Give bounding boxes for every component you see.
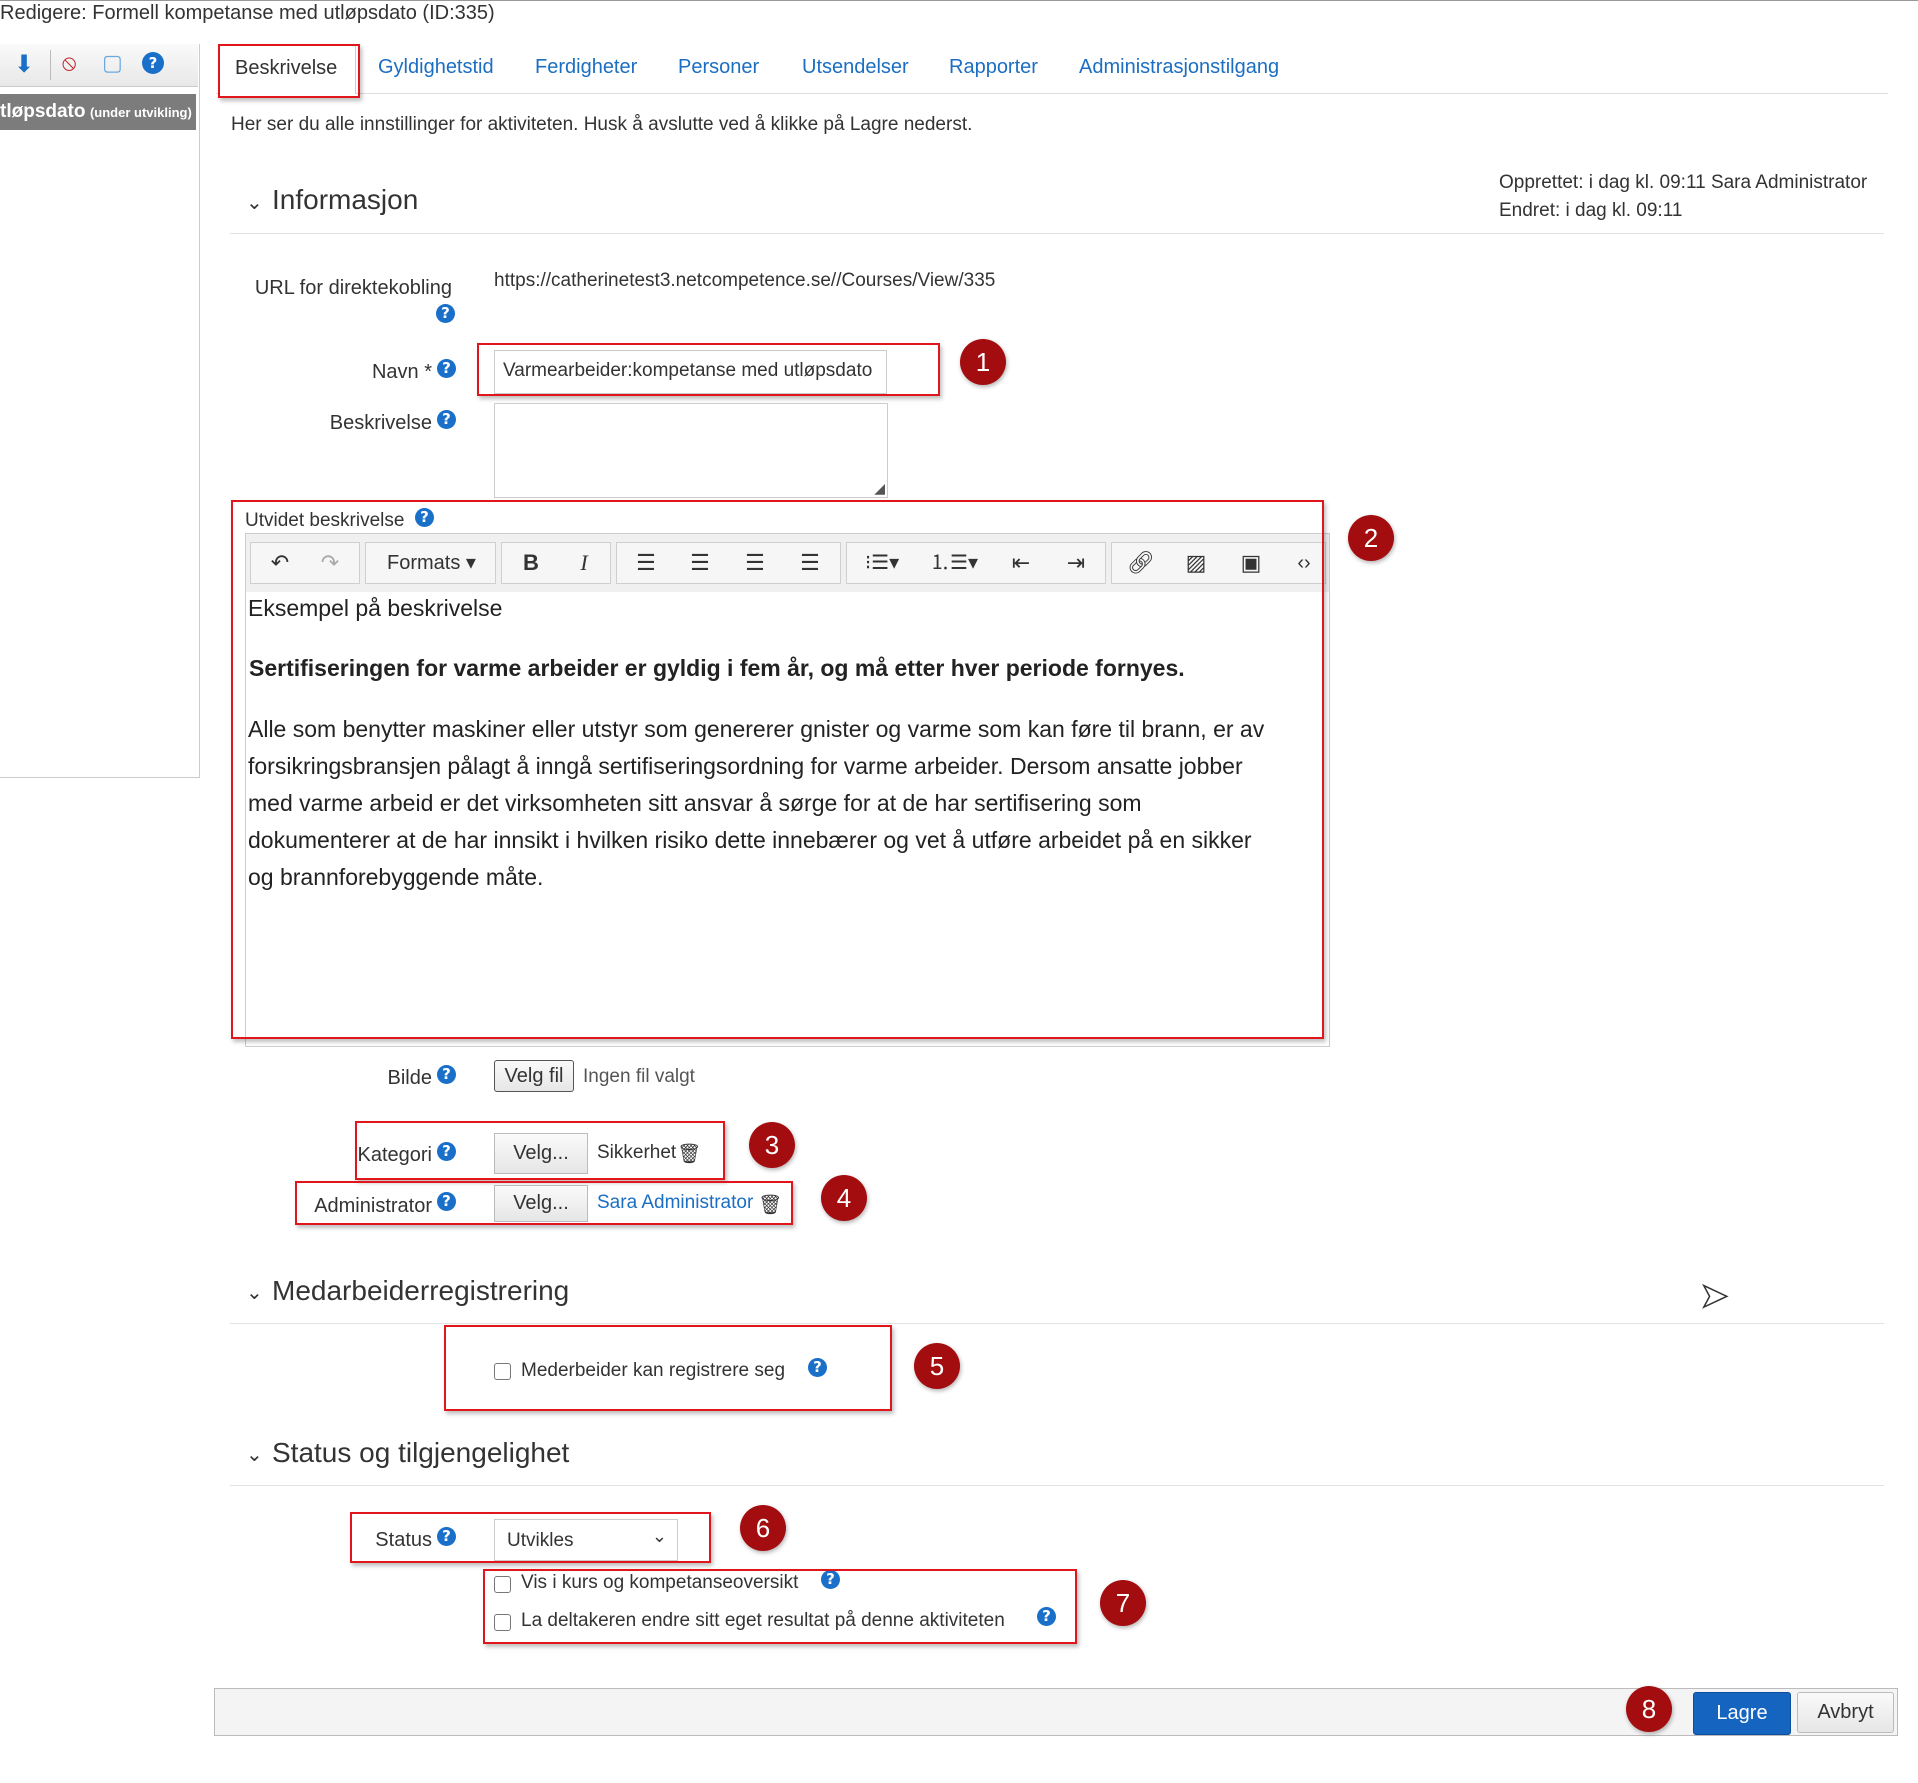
- save-button[interactable]: Lagre: [1693, 1692, 1791, 1735]
- help-icon[interactable]: ?: [142, 52, 164, 74]
- image-label: Bilde: [387, 1067, 432, 1089]
- created-info: Opprettet: i dag kl. 09:11 Sara Administ…: [1499, 172, 1868, 193]
- section-divider: [230, 1323, 1884, 1324]
- chevron-down-icon[interactable]: ⌄: [246, 1442, 263, 1467]
- section-divider: [230, 233, 1884, 234]
- section-divider: [230, 1485, 1884, 1486]
- annotation-badge-1: 1: [960, 339, 1006, 385]
- chevron-down-icon[interactable]: ⌄: [246, 1280, 263, 1305]
- annotation-badge-7: 7: [1100, 1580, 1146, 1626]
- annotation-box-4: [295, 1181, 793, 1225]
- modified-info: Endret: i dag kl. 09:11: [1499, 200, 1683, 221]
- section-informasjon-title[interactable]: Informasjon: [272, 184, 418, 216]
- save-button-label: Lagre: [1716, 1702, 1768, 1724]
- mouse-cursor-icon: ➤: [1699, 1276, 1729, 1316]
- cancel-button[interactable]: Avbryt: [1797, 1692, 1894, 1733]
- sidebar: ⬇ ⦸ ▢ ? tløpsdato (under utvikling): [0, 44, 200, 778]
- annotation-badge-8: 8: [1626, 1686, 1672, 1732]
- annotation-badge-3: 3: [749, 1122, 795, 1168]
- sidebar-item-label: tløpsdato: [0, 101, 86, 122]
- annotation-box-7: [483, 1569, 1077, 1644]
- sidebar-item-selected[interactable]: tløpsdato (under utvikling): [0, 94, 196, 130]
- annotation-badge-6: 6: [740, 1505, 786, 1551]
- help-icon[interactable]: ?: [437, 1065, 456, 1084]
- help-icon[interactable]: ?: [437, 410, 456, 429]
- sidebar-item-status: (under utvikling): [89, 105, 192, 120]
- section-registration-title[interactable]: Medarbeiderregistrering: [272, 1275, 569, 1307]
- tab-administrasjonstilgang[interactable]: Administrasjonstilgang: [1079, 56, 1279, 79]
- resize-handle-icon[interactable]: ◢: [874, 480, 885, 497]
- intro-text: Her ser du alle innstillinger for aktivi…: [231, 114, 973, 135]
- toolbar-divider: [50, 50, 51, 80]
- annotation-box-2: [231, 500, 1324, 1039]
- annotation-box-1: [477, 343, 940, 396]
- choose-file-label: Velg fil: [504, 1065, 564, 1087]
- tab-bar-line: [216, 93, 1888, 94]
- tab-rapporter[interactable]: Rapporter: [949, 56, 1038, 79]
- title-divider: [0, 0, 1918, 1]
- hide-icon[interactable]: ⦸: [62, 50, 76, 76]
- url-value: https://catherinetest3.netcompetence.se/…: [494, 270, 996, 291]
- tab-personer[interactable]: Personer: [678, 56, 759, 79]
- annotation-badge-5: 5: [914, 1343, 960, 1389]
- annotation-box-6: [350, 1512, 711, 1563]
- annotation-badge-2: 2: [1348, 515, 1394, 561]
- cancel-button-label: Avbryt: [1817, 1701, 1874, 1723]
- choose-file-button[interactable]: Velg fil: [494, 1060, 574, 1092]
- preview-icon[interactable]: ▢: [102, 50, 123, 76]
- help-icon[interactable]: ?: [437, 359, 456, 378]
- annotation-badge-4: 4: [821, 1175, 867, 1221]
- url-label: URL for direktekobling: [254, 277, 452, 299]
- section-status-title[interactable]: Status og tilgjengelighet: [272, 1437, 569, 1469]
- tab-gyldighetstid[interactable]: Gyldighetstid: [378, 56, 494, 79]
- help-icon[interactable]: ?: [436, 304, 455, 323]
- description-textarea[interactable]: ◢: [494, 403, 888, 498]
- download-icon[interactable]: ⬇: [14, 50, 34, 79]
- annotation-box-3: [355, 1121, 725, 1180]
- sidebar-toolbar: ⬇ ⦸ ▢ ?: [0, 44, 198, 87]
- name-label: Navn *: [371, 361, 432, 383]
- no-file-text: Ingen fil valgt: [583, 1066, 695, 1087]
- tab-ferdigheter[interactable]: Ferdigheter: [535, 56, 637, 79]
- description-label: Beskrivelse: [329, 412, 432, 434]
- annotation-tab-highlight: [218, 44, 360, 98]
- tab-utsendelser[interactable]: Utsendelser: [802, 56, 909, 79]
- chevron-down-icon[interactable]: ⌄: [246, 190, 263, 215]
- annotation-box-5: [444, 1325, 892, 1411]
- window-title: Redigere: Formell kompetanse med utløpsd…: [0, 2, 495, 24]
